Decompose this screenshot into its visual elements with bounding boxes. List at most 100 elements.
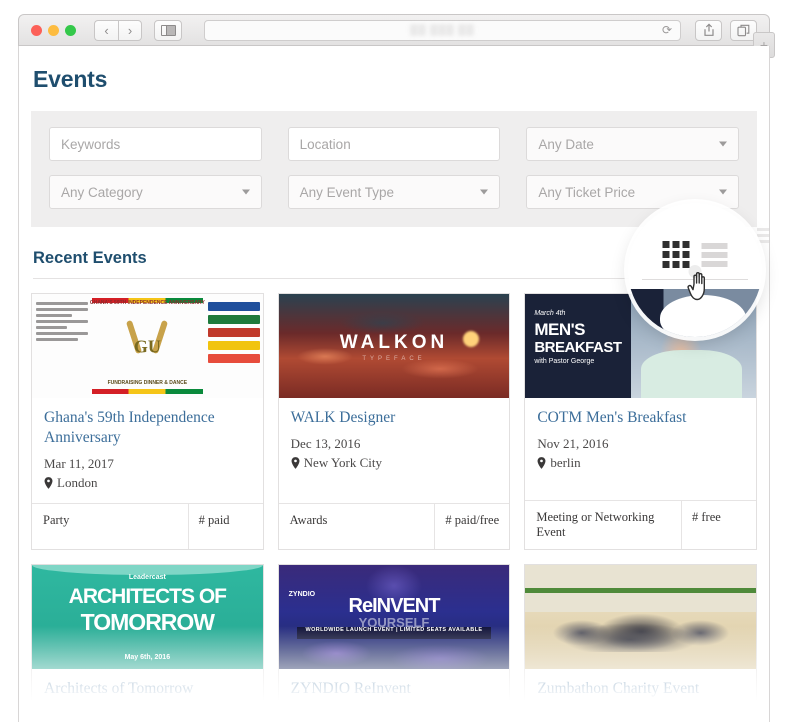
navigation-buttons: ‹ › bbox=[94, 19, 142, 41]
event-card-body: COTM Men's Breakfast Nov 21, 2016 berlin bbox=[525, 398, 756, 500]
event-image: GU GHANA'S 59TH INDEPENDENCE ANNIVERSARY… bbox=[32, 294, 263, 398]
event-category: Awards bbox=[279, 503, 436, 549]
grid-view-icon-magnified[interactable] bbox=[662, 241, 690, 268]
event-location-text: New York City bbox=[303, 454, 383, 470]
event-price: # paid bbox=[198, 512, 230, 527]
event-location: New York City bbox=[291, 455, 498, 471]
location-placeholder: Location bbox=[299, 136, 351, 152]
magnifier-overlay bbox=[628, 203, 762, 337]
url-text: ▒▒ ▒▒▒ ▒▒ bbox=[410, 24, 475, 36]
event-location: London bbox=[44, 475, 251, 491]
event-image-subcaption: TYPEFACE bbox=[362, 356, 426, 362]
chevron-left-icon: ‹ bbox=[104, 22, 109, 38]
event-title[interactable]: Ghana's 59th Independence Anniversary bbox=[44, 408, 251, 448]
magnified-view-toggle bbox=[662, 241, 728, 268]
event-date: Mar 11, 2017 bbox=[44, 455, 114, 471]
event-image-caption: March 4th bbox=[534, 310, 566, 317]
event-image-subcaption: with Pastor George bbox=[534, 358, 595, 365]
event-image-caption: GHANA'S 59TH INDEPENDENCE ANNIVERSARY bbox=[89, 300, 205, 306]
event-card-body: WALK Designer Dec 13, 2016 New York City bbox=[279, 398, 510, 503]
location-pin-icon bbox=[44, 476, 53, 489]
event-image: ZYNDIO ReINVENT YOURSELF WORLDWIDE LAUNC… bbox=[278, 564, 510, 669]
event-image-subcaption: FUNDRAISING DINNER & DANCE bbox=[107, 380, 188, 386]
event-card-footer: Meeting or Networking Event # free bbox=[525, 499, 756, 549]
select-any-category[interactable]: Any Category bbox=[49, 175, 262, 209]
event-title[interactable]: WALK Designer bbox=[291, 408, 498, 428]
event-card[interactable]: GU GHANA'S 59TH INDEPENDENCE ANNIVERSARY… bbox=[31, 293, 264, 550]
address-bar[interactable]: ▒▒ ▒▒▒ ▒▒ ⟳ bbox=[204, 19, 681, 41]
forward-button[interactable]: › bbox=[118, 19, 142, 41]
chevron-down-icon bbox=[719, 189, 727, 195]
location-pin-icon bbox=[291, 456, 300, 469]
event-title[interactable]: ZYNDIO ReInvent bbox=[291, 679, 498, 699]
event-image-caption: Leadercast bbox=[128, 573, 166, 581]
any-category-value: Any Category bbox=[61, 184, 143, 200]
event-title[interactable]: Architects of Tomorrow bbox=[44, 679, 251, 699]
chevron-down-icon bbox=[719, 141, 727, 147]
event-image: Leadercast ARCHITECTS OF TOMORROW May 6t… bbox=[32, 564, 263, 669]
sidebar-icon bbox=[160, 24, 176, 36]
event-card[interactable]: Leadercast ARCHITECTS OF TOMORROW May 6t… bbox=[31, 563, 264, 722]
screenshot-root: ‹ › ▒▒ ▒▒▒ ▒▒ ⟳ + Events Keywords Locati… bbox=[0, 0, 800, 722]
event-category: Meeting or Networking Event bbox=[525, 500, 682, 549]
event-image bbox=[525, 564, 756, 669]
event-card-body: Ghana's 59th Independence Anniversary Ma… bbox=[32, 398, 263, 503]
tabs-icon bbox=[737, 24, 750, 36]
event-card[interactable]: ZYNDIO ReINVENT YOURSELF WORLDWIDE LAUNC… bbox=[277, 563, 511, 722]
event-card-footer: Awards # paid/free bbox=[278, 502, 510, 549]
chevron-down-icon bbox=[480, 189, 489, 195]
event-category: Party bbox=[32, 503, 189, 549]
event-image-subcaption: WORLDWIDE LAUNCH EVENT | LIMITED SEATS A… bbox=[305, 626, 483, 633]
any-event-type-value: Any Event Type bbox=[299, 184, 394, 200]
search-input-location[interactable]: Location bbox=[287, 127, 501, 161]
event-image-caption: WALKON bbox=[339, 332, 449, 353]
zoom-window-button[interactable] bbox=[65, 24, 76, 36]
select-any-date[interactable]: Any Date bbox=[526, 127, 739, 161]
event-card-body: Architects of Tomorrow Sep 29, 2016 bbox=[32, 669, 263, 722]
event-price: # paid/free bbox=[445, 512, 500, 527]
section-title: Recent Events bbox=[33, 249, 147, 267]
event-location-text: London bbox=[57, 474, 98, 490]
browser-toolbar: ‹ › ▒▒ ▒▒▒ ▒▒ ⟳ + bbox=[18, 14, 775, 58]
search-input-keywords[interactable]: Keywords bbox=[49, 127, 262, 161]
page-content: Events Keywords Location Any Date Any Ca… bbox=[18, 46, 770, 722]
event-card[interactable]: WALKON TYPEFACE WALK Designer Dec 13, 20… bbox=[277, 293, 511, 550]
event-date: Dec 6, 2016 bbox=[290, 706, 354, 722]
event-location-text: berlin bbox=[550, 454, 581, 470]
any-date-value: Any Date bbox=[538, 136, 594, 152]
share-icon bbox=[703, 23, 714, 36]
event-image-subcaption: May 6th, 2016 bbox=[124, 653, 171, 661]
chevron-down-icon bbox=[241, 189, 250, 195]
chevron-right-icon: › bbox=[127, 22, 133, 38]
event-title[interactable]: COTM Men's Breakfast bbox=[537, 408, 744, 428]
event-image: WALKON TYPEFACE bbox=[278, 294, 510, 398]
keywords-placeholder: Keywords bbox=[61, 136, 121, 152]
window-traffic-lights bbox=[31, 24, 76, 36]
close-window-button[interactable] bbox=[31, 24, 42, 36]
event-image-title-1: MEN'S bbox=[534, 320, 585, 339]
event-date: Nov 21, 2016 bbox=[537, 435, 609, 451]
event-price: # free bbox=[692, 509, 721, 524]
event-date: Nov 11, 2016 bbox=[537, 706, 608, 722]
event-image-title-1: ARCHITECTS OF bbox=[68, 584, 227, 608]
event-image-title-2: TOMORROW bbox=[80, 608, 215, 635]
event-date: Sep 29, 2016 bbox=[44, 706, 113, 722]
event-location: berlin bbox=[537, 455, 744, 471]
event-date: Dec 13, 2016 bbox=[290, 435, 361, 451]
events-grid: GU GHANA'S 59TH INDEPENDENCE ANNIVERSARY… bbox=[31, 293, 757, 722]
any-ticket-price-value: Any Ticket Price bbox=[538, 184, 636, 200]
toolbar-right-buttons bbox=[695, 19, 757, 41]
location-pin-icon bbox=[537, 456, 546, 469]
list-view-icon-magnified[interactable] bbox=[701, 242, 728, 267]
event-card-body: Zumbathon Charity Event Nov 11, 2016 bbox=[525, 669, 756, 722]
reload-icon[interactable]: ⟳ bbox=[662, 24, 672, 36]
sidebar-toggle-button[interactable] bbox=[154, 19, 182, 41]
back-button[interactable]: ‹ bbox=[94, 19, 118, 41]
event-card-footer: Party # paid bbox=[32, 502, 263, 549]
minimize-window-button[interactable] bbox=[48, 24, 59, 36]
share-button[interactable] bbox=[695, 19, 722, 41]
select-any-event-type[interactable]: Any Event Type bbox=[287, 175, 501, 209]
event-title[interactable]: Zumbathon Charity Event bbox=[537, 679, 744, 699]
event-card-body: ZYNDIO ReInvent Dec 6, 2016 bbox=[279, 669, 510, 722]
event-card[interactable]: Zumbathon Charity Event Nov 11, 2016 bbox=[524, 563, 757, 722]
